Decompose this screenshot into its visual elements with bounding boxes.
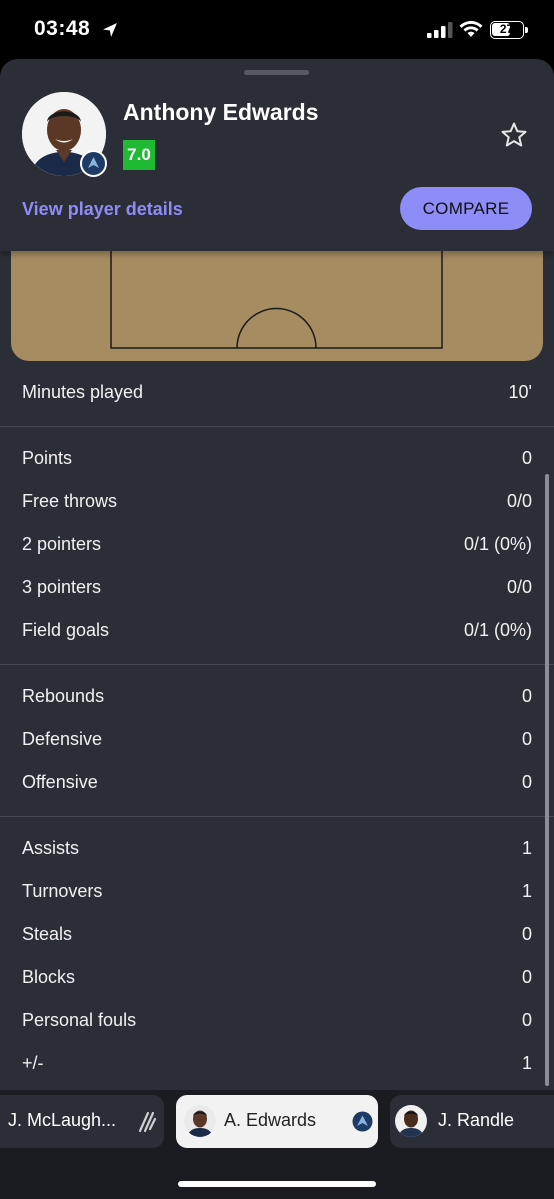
timberwolves-icon (352, 1111, 373, 1132)
stat-row: Free throws 0/0 (0, 481, 554, 524)
player-chip-name: J. Randle (438, 1110, 515, 1130)
stat-row: 2 pointers 0/1 (0%) (0, 524, 554, 567)
signal-icon (427, 22, 453, 38)
stat-label: +/- (22, 1053, 44, 1073)
player-chip-avatar (184, 1105, 216, 1137)
stat-value: 0 (521, 924, 532, 944)
stat-label: Assists (22, 838, 80, 858)
stat-value: 1 (521, 881, 532, 901)
stat-row: Defensive 0 (0, 719, 554, 762)
stat-group-scoring: Points 0 Free throws 0/0 2 pointers 0/1 … (0, 438, 554, 653)
stat-value: 0 (521, 772, 532, 792)
stat-label: Field goals (22, 620, 110, 640)
stat-value: 0/1 (0%) (463, 620, 532, 640)
view-player-details-link[interactable]: View player details (22, 199, 183, 220)
stat-label: 3 pointers (22, 577, 102, 597)
stat-row: Blocks 0 (0, 957, 554, 1000)
spurs-icon (138, 1111, 157, 1133)
home-indicator[interactable] (178, 1181, 376, 1187)
stat-group-other: Assists 1 Turnovers 1 Steals 0 Blocks 0 … (0, 828, 554, 1086)
stat-value: 0 (521, 729, 532, 749)
stat-label: Points (22, 448, 73, 468)
timberwolves-icon (80, 150, 107, 177)
player-sheet: Anthony Edwards 7.0 View player details … (0, 59, 554, 1199)
drag-handle[interactable] (244, 70, 309, 75)
stat-row: Rebounds 0 (0, 676, 554, 719)
stat-value: 0 (521, 967, 532, 987)
star-icon[interactable] (500, 121, 528, 149)
stat-row: Turnovers 1 (0, 871, 554, 914)
stat-label: Personal fouls (22, 1010, 137, 1030)
stat-row: Minutes played 10' (0, 372, 554, 415)
stat-label: Blocks (22, 967, 76, 987)
stat-row: Field goals 0/1 (0%) (0, 610, 554, 653)
stat-label: Minutes played (22, 382, 144, 402)
stat-value: 0 (521, 1010, 532, 1030)
stat-value: 0 (521, 448, 532, 468)
stat-group-rebounding: Rebounds 0 Defensive 0 Offensive 0 (0, 676, 554, 805)
compare-button[interactable]: COMPARE (400, 187, 532, 230)
status-time: 03:48 (34, 17, 91, 40)
stat-value: 0/0 (506, 577, 532, 597)
stat-group-minutes: Minutes played 10' (0, 372, 554, 415)
stat-row: +/- 1 (0, 1043, 554, 1086)
location-arrow-icon (103, 23, 117, 37)
status-bar: 03:48 27 (0, 0, 554, 60)
stat-value: 1 (521, 1053, 532, 1073)
player-chip-mclaughlin[interactable]: J. McLaugh... (0, 1095, 164, 1148)
scrollbar[interactable] (545, 474, 549, 1086)
stat-label: Defensive (22, 729, 103, 749)
stat-row: 3 pointers 0/0 (0, 567, 554, 610)
player-chip-name: A. Edwards (224, 1110, 317, 1130)
stat-label: Offensive (22, 772, 98, 792)
stat-row: Steals 0 (0, 914, 554, 957)
player-header: Anthony Edwards 7.0 View player details … (0, 59, 554, 251)
player-chip-randle[interactable]: J. Randle (390, 1095, 554, 1148)
stat-row: Points 0 (0, 438, 554, 481)
stat-label: Free throws (22, 491, 118, 511)
stat-value: 0/1 (0%) (463, 534, 532, 554)
battery-level: 27 (499, 22, 514, 36)
stat-label: Steals (22, 924, 73, 944)
stat-row: Assists 1 (0, 828, 554, 871)
player-chip-edwards[interactable]: A. Edwards (176, 1095, 378, 1148)
player-chip-avatar (395, 1105, 427, 1137)
player-name: Anthony Edwards (123, 99, 319, 125)
player-chip-name: J. McLaugh... (8, 1110, 117, 1130)
stat-value: 10' (508, 382, 532, 402)
stat-label: Rebounds (22, 686, 105, 706)
wifi-icon (459, 20, 483, 37)
battery-icon: 27 (490, 21, 528, 39)
stat-row: Personal fouls 0 (0, 1000, 554, 1043)
stat-value: 0/0 (506, 491, 532, 511)
stat-value: 1 (521, 838, 532, 858)
stat-label: 2 pointers (22, 534, 102, 554)
stat-label: Turnovers (22, 881, 103, 901)
stat-row: Offensive 0 (0, 762, 554, 805)
player-rating-badge: 7.0 (123, 140, 155, 170)
stats-list: Minutes played 10' Points 0 Free throws … (0, 372, 554, 1086)
stat-value: 0 (521, 686, 532, 706)
